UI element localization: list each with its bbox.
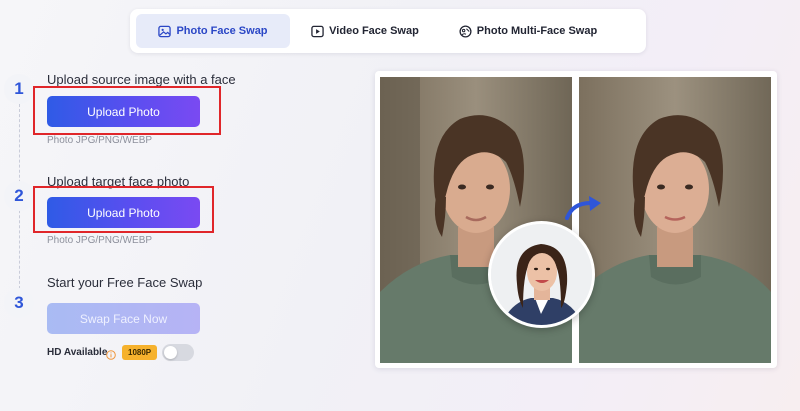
- upload-source-photo-button[interactable]: Upload Photo: [47, 96, 200, 127]
- step-number-3: 3: [4, 288, 34, 318]
- tab-video-face-swap[interactable]: Video Face Swap: [290, 14, 440, 48]
- step-2-file-hint: Photo JPG/PNG/WEBP: [47, 235, 153, 246]
- hd-toggle[interactable]: [162, 344, 194, 361]
- upload-target-photo-button[interactable]: Upload Photo: [47, 197, 200, 228]
- tab-photo-multi-face-swap[interactable]: Photo Multi-Face Swap: [440, 14, 616, 48]
- image-icon: [158, 25, 172, 38]
- step-3-title: Start your Free Face Swap: [47, 275, 203, 290]
- step-number-1: 1: [4, 74, 34, 104]
- step-1-title: Upload source image with a face: [47, 72, 236, 87]
- hd-available-label: HD Available: [47, 347, 108, 358]
- multi-face-icon: [459, 24, 472, 38]
- play-icon: [311, 25, 324, 38]
- step-1-file-hint: Photo JPG/PNG/WEBP: [47, 135, 153, 146]
- step-number-2: 2: [4, 181, 34, 211]
- swap-arrow-icon: [565, 196, 601, 220]
- tab-label: Photo Multi-Face Swap: [476, 25, 598, 37]
- resolution-badge: 1080P: [122, 345, 158, 360]
- mode-tabs: Photo Face Swap Video Face Swap Photo Mu…: [130, 9, 646, 53]
- tab-photo-face-swap[interactable]: Photo Face Swap: [136, 14, 290, 48]
- target-face-thumbnail: [488, 221, 595, 328]
- swap-face-now-button[interactable]: Swap Face Now: [47, 303, 200, 334]
- toggle-knob: [164, 346, 177, 359]
- example-preview: [375, 71, 777, 368]
- tab-label: Video Face Swap: [329, 25, 419, 37]
- info-icon[interactable]: [106, 347, 116, 360]
- tab-label: Photo Face Swap: [176, 25, 268, 37]
